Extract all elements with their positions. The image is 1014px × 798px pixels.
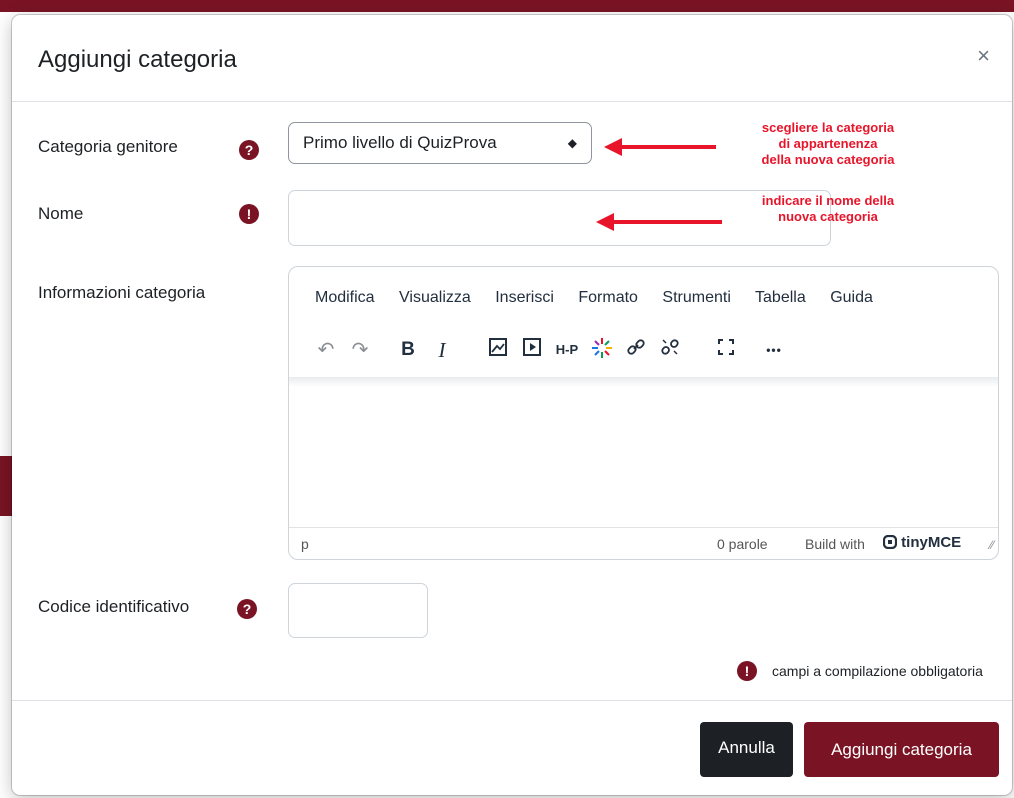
menu-inserisci[interactable]: Inserisci bbox=[495, 289, 554, 306]
image-icon[interactable] bbox=[485, 337, 511, 363]
question-icon[interactable]: ? bbox=[237, 599, 257, 619]
menu-tabella[interactable]: Tabella bbox=[755, 289, 806, 306]
exclamation-icon: ! bbox=[737, 661, 757, 681]
question-icon[interactable]: ? bbox=[239, 140, 259, 160]
h5p-icon[interactable]: H-P bbox=[551, 337, 583, 363]
redo-icon[interactable]: ↷ bbox=[347, 337, 373, 363]
select-arrows-icon: ◆ bbox=[567, 136, 577, 150]
annotation-parent-note: scegliere la categoria di appartenenza d… bbox=[718, 120, 938, 168]
annotation-line: di appartenenza bbox=[778, 136, 878, 151]
toolbar-shadow bbox=[289, 377, 998, 387]
annotation-line: della nuova categoria bbox=[761, 152, 895, 167]
italic-icon[interactable]: I bbox=[429, 337, 455, 363]
build-with-text: Build with bbox=[805, 536, 865, 552]
resize-handle-icon[interactable]: ⁄⁄ bbox=[990, 538, 994, 552]
exclamation-icon: ! bbox=[239, 204, 259, 224]
dialog-title: Aggiungi categoria bbox=[38, 46, 237, 73]
editor-content-area[interactable] bbox=[289, 387, 998, 527]
cancel-button[interactable]: Annulla bbox=[700, 722, 793, 777]
rich-text-editor[interactable]: Modifica Visualizza Inserisci Formato St… bbox=[288, 266, 999, 560]
more-icon[interactable]: ••• bbox=[759, 337, 789, 363]
dialog-header: Aggiungi categoria × bbox=[12, 15, 1012, 102]
tinymce-logo[interactable]: tinyMCE bbox=[882, 534, 962, 551]
add-category-dialog: Aggiungi categoria × Categoria genitore … bbox=[12, 15, 1012, 795]
word-count[interactable]: 0 parole bbox=[717, 536, 768, 552]
footer-divider bbox=[12, 700, 1012, 701]
editor-statusbar: p 0 parole Build with tinyMCE ⁄⁄ bbox=[289, 527, 998, 559]
unlink-icon[interactable] bbox=[657, 337, 683, 363]
bold-icon[interactable]: B bbox=[395, 337, 421, 363]
menu-modifica[interactable]: Modifica bbox=[315, 289, 375, 306]
undo-icon[interactable]: ↶ bbox=[313, 337, 339, 363]
parent-category-label: Categoria genitore bbox=[38, 137, 178, 156]
id-number-label: Codice identificativo bbox=[38, 597, 190, 616]
media-icon[interactable] bbox=[519, 337, 545, 363]
annotation-name-note: indicare il nome della nuova categoria bbox=[718, 193, 938, 225]
tinymce-brand: tinyMCE bbox=[901, 534, 962, 551]
menu-strumenti[interactable]: Strumenti bbox=[662, 289, 730, 306]
editor-menubar: Modifica Visualizza Inserisci Formato St… bbox=[315, 289, 893, 307]
name-label: Nome bbox=[38, 204, 84, 223]
annotation-line: indicare il nome della bbox=[761, 193, 895, 208]
annotation-arrow-name bbox=[596, 213, 722, 231]
close-icon[interactable]: × bbox=[977, 45, 990, 67]
fullscreen-icon[interactable] bbox=[713, 337, 739, 363]
id-number-input[interactable] bbox=[288, 583, 428, 638]
menu-visualizza[interactable]: Visualizza bbox=[399, 289, 471, 306]
menu-formato[interactable]: Formato bbox=[578, 289, 638, 306]
background-header-strip bbox=[0, 0, 1014, 12]
link-icon[interactable] bbox=[623, 337, 649, 363]
annotation-line: scegliere la categoria bbox=[761, 120, 895, 135]
menu-guida[interactable]: Guida bbox=[830, 289, 873, 306]
add-category-button[interactable]: Aggiungi categoria bbox=[804, 722, 999, 777]
parent-category-value: Primo livello di QuizProva bbox=[303, 133, 497, 152]
category-info-label: Informazioni categoria bbox=[38, 283, 206, 302]
annotation-arrow-parent bbox=[604, 138, 716, 156]
element-path[interactable]: p bbox=[301, 536, 309, 552]
sparkle-icon[interactable] bbox=[589, 337, 615, 363]
annotation-line: nuova categoria bbox=[778, 209, 878, 224]
parent-category-select[interactable]: Primo livello di QuizProva ◆ bbox=[288, 122, 592, 164]
required-fields-note: campi a compilazione obbligatoria bbox=[772, 663, 983, 679]
